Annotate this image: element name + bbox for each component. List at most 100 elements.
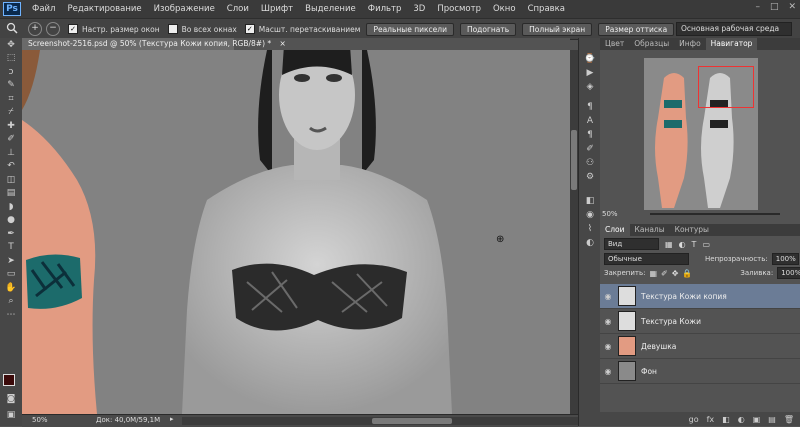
tab-navigator[interactable]: Навигатор [705, 38, 758, 50]
minimize-button[interactable]: – [755, 2, 760, 12]
adjustment-layer-icon[interactable]: ◐ [738, 415, 745, 424]
opacity-field[interactable]: 100% [771, 253, 799, 265]
zoom-tool-icon[interactable] [6, 22, 18, 37]
layer-row[interactable]: ◉ Фон [600, 359, 800, 384]
add-mask-icon[interactable]: ◧ [722, 415, 730, 424]
eraser-tool-icon[interactable]: ◫ [0, 173, 22, 187]
fx-icon[interactable]: fx [707, 415, 715, 424]
menu-3d[interactable]: 3D [407, 4, 431, 14]
paths-panel-icon[interactable]: ⌇ [579, 222, 601, 236]
filter-shape-icon[interactable]: ▭ [702, 240, 710, 249]
layer-row[interactable]: ◉ Девушка [600, 334, 800, 359]
document-tab[interactable]: Screenshot-2516.psd @ 50% (Текстура Кожи… [22, 38, 286, 50]
tab-color[interactable]: Цвет [600, 38, 629, 50]
type-tool-icon[interactable]: T [0, 241, 22, 255]
healing-tool-icon[interactable]: ✚ [0, 119, 22, 133]
lock-transparent-icon[interactable]: ▦ [649, 269, 657, 278]
gradient-tool-icon[interactable]: ▤ [0, 187, 22, 201]
new-group-icon[interactable]: ▣ [753, 415, 761, 424]
fit-windows-checkbox[interactable]: ✓ Настр. размер окон [68, 24, 160, 34]
quick-select-tool-icon[interactable]: ✎ [0, 79, 22, 93]
maximize-button[interactable]: □ [770, 2, 779, 12]
fit-screen-button[interactable]: Подогнать [459, 22, 517, 36]
horizontal-scroll-thumb[interactable] [372, 418, 452, 424]
menu-edit[interactable]: Редактирование [61, 4, 147, 14]
marquee-tool-icon[interactable]: ⬚ [0, 52, 22, 66]
tool-presets-icon[interactable]: ⚙ [579, 170, 601, 184]
menu-type[interactable]: Шрифт [255, 4, 299, 14]
close-tab-icon[interactable]: × [280, 39, 286, 48]
menu-file[interactable]: Файл [26, 4, 61, 14]
trash-icon[interactable]: 🗑 [784, 415, 794, 424]
pen-tool-icon[interactable]: ✒ [0, 227, 22, 241]
tab-paths[interactable]: Контуры [670, 224, 714, 236]
horizontal-scrollbar[interactable] [182, 417, 578, 425]
history-panel-icon[interactable]: ⌚ [579, 52, 601, 66]
scrubby-zoom-checkbox[interactable]: ✓ Масшт. перетаскиванием [244, 24, 360, 34]
paragraph-panel-icon[interactable]: ¶ [579, 100, 601, 114]
tab-swatches[interactable]: Образцы [629, 38, 674, 50]
vertical-scrollbar[interactable] [570, 50, 578, 414]
lasso-tool-icon[interactable]: ↄ [0, 65, 22, 79]
fill-screen-button[interactable]: Полный экран [522, 22, 593, 36]
navigator-view-box[interactable] [698, 66, 754, 108]
crop-tool-icon[interactable]: ⌗ [0, 92, 22, 106]
menu-select[interactable]: Выделение [299, 4, 362, 14]
layer-filter-select[interactable]: Вид [604, 238, 659, 250]
actual-pixels-button[interactable]: Реальные пиксели [366, 22, 454, 36]
filter-pixel-icon[interactable]: ▦ [665, 240, 673, 249]
3d-panel-icon[interactable]: ◈ [579, 80, 601, 94]
menu-window[interactable]: Окно [487, 4, 522, 14]
navigator-zoom-field[interactable]: 50% [602, 210, 618, 218]
all-windows-checkbox[interactable]: Во всех окнах [167, 24, 237, 34]
adjustments-panel-icon[interactable]: ◐ [579, 236, 601, 250]
blend-mode-select[interactable]: Обычные [604, 253, 689, 265]
zoom-out-icon[interactable]: − [46, 22, 60, 36]
fill-field[interactable]: 100% [777, 267, 800, 279]
visibility-eye-icon[interactable]: ◉ [600, 367, 616, 376]
print-size-button[interactable]: Размер оттиска [598, 22, 675, 36]
lock-position-icon[interactable]: ✥ [672, 269, 679, 278]
tab-layers[interactable]: Слои [600, 224, 630, 236]
quick-mask-icon[interactable]: ◙ [0, 392, 22, 406]
stamp-tool-icon[interactable]: ⊥ [0, 146, 22, 160]
layer-row[interactable]: ◉ Текстура Кожи [600, 309, 800, 334]
move-tool-icon[interactable]: ✥ [0, 38, 22, 52]
screen-mode-icon[interactable]: ▣ [0, 408, 22, 422]
more-tools-icon[interactable]: ⋯ [0, 308, 22, 322]
tab-info[interactable]: Инфо [674, 38, 706, 50]
menu-help[interactable]: Справка [522, 4, 571, 14]
status-menu-icon[interactable]: ▸ [170, 415, 174, 423]
clone-source-icon[interactable]: ⚇ [579, 156, 601, 170]
visibility-eye-icon[interactable]: ◉ [600, 342, 616, 351]
paragraph-styles-icon[interactable]: ¶ [579, 128, 601, 142]
foreground-color-swatch[interactable] [3, 374, 15, 386]
actions-panel-icon[interactable]: ▶ [579, 66, 601, 80]
navigator-thumbnail[interactable] [644, 58, 758, 210]
menu-filter[interactable]: Фильтр [362, 4, 408, 14]
zoom-in-icon[interactable]: + [28, 22, 42, 36]
filter-type-icon[interactable]: T [692, 240, 697, 249]
menu-view[interactable]: Просмотр [431, 4, 487, 14]
dodge-tool-icon[interactable]: ● [0, 214, 22, 228]
eyedropper-tool-icon[interactable]: ⌿ [0, 106, 22, 120]
close-button[interactable]: ✕ [788, 2, 796, 12]
zoom-tool-icon[interactable]: ⌕ [0, 295, 22, 309]
menu-layers[interactable]: Слои [221, 4, 255, 14]
lock-all-icon[interactable]: 🔒 [682, 269, 692, 278]
lock-pixels-icon[interactable]: ✐ [661, 269, 668, 278]
blur-tool-icon[interactable]: ◗ [0, 200, 22, 214]
new-layer-icon[interactable]: ▤ [768, 415, 776, 424]
menu-image[interactable]: Изображение [148, 4, 221, 14]
document-canvas[interactable]: ⊕ [22, 50, 570, 414]
visibility-eye-icon[interactable]: ◉ [600, 317, 616, 326]
character-panel-icon[interactable]: A [579, 114, 601, 128]
navigator-zoom-slider[interactable] [650, 213, 780, 215]
brush-tool-icon[interactable]: ✐ [0, 133, 22, 147]
link-layers-icon[interactable]: go [689, 415, 699, 424]
tab-channels[interactable]: Каналы [630, 224, 670, 236]
zoom-level-field[interactable]: 50% [32, 416, 48, 424]
brush-panel-icon[interactable]: ✐ [579, 142, 601, 156]
layers-panel-icon[interactable]: ◧ [579, 194, 601, 208]
layer-row[interactable]: ◉ Текстура Кожи копия [600, 284, 800, 309]
